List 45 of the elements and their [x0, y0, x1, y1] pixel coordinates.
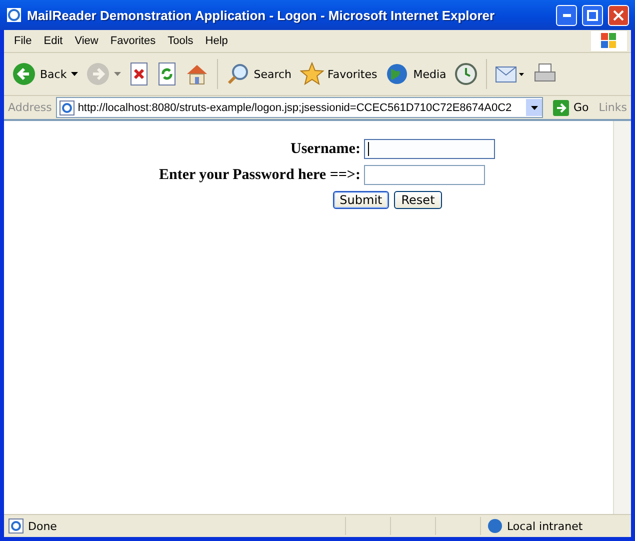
menu-item[interactable]: Help [199, 35, 234, 47]
refresh-icon [156, 62, 177, 86]
clock-icon [454, 62, 478, 86]
house-icon [184, 62, 209, 86]
stop-icon [128, 62, 149, 86]
menu-item[interactable]: Favorites [104, 35, 162, 47]
search-button[interactable]: Search [224, 60, 294, 88]
go-button[interactable]: Go [547, 100, 595, 116]
address-label: Address [8, 101, 52, 114]
browser-icon [6, 7, 22, 23]
favorites-button[interactable]: Favorites [298, 60, 380, 88]
caret-icon [70, 72, 78, 76]
maximize-button[interactable] [582, 4, 603, 26]
close-button[interactable] [608, 4, 629, 26]
status-text: Done [28, 520, 58, 532]
close-icon [613, 10, 624, 20]
field-label: Enter your Password here ==>: [159, 166, 360, 184]
menu-item[interactable]: View [68, 35, 104, 47]
menu-item[interactable]: Edit [38, 35, 69, 47]
caret-icon [114, 72, 121, 76]
flag-icon [601, 33, 617, 49]
field-label: Username: [289, 140, 360, 158]
page-icon [8, 518, 24, 534]
username-field[interactable] [364, 139, 496, 159]
menu-item[interactable]: File [8, 35, 38, 47]
submit-button[interactable]: Submit [332, 191, 390, 209]
page-icon [58, 100, 75, 116]
minimize-icon [562, 14, 570, 16]
minimize-button[interactable] [556, 4, 577, 26]
media-button[interactable]: Media [383, 60, 448, 88]
go-arrow-icon [553, 100, 570, 116]
back-button[interactable]: Back [10, 60, 80, 88]
search-icon [226, 62, 250, 86]
address-url: http://localhost:8080/struts-example/logon.jsp;jsessionid=CCEC561D710C72E8674A0C2 [78, 102, 513, 114]
menu-item[interactable]: Tools [162, 35, 200, 47]
address-field[interactable]: http://localhost:8080/struts-example/logon.jsp;jsessionid=CCEC561D710C72E8674A0C2 [56, 97, 544, 118]
caret-icon [530, 106, 538, 110]
dropdown-button[interactable] [526, 99, 542, 116]
maximize-icon [587, 10, 598, 20]
password-field[interactable] [364, 165, 486, 185]
scrollbar[interactable] [613, 121, 631, 514]
reset-button[interactable]: Reset [394, 191, 442, 209]
star-icon [300, 62, 324, 86]
zone-text: Local intranet [507, 520, 583, 532]
window-title: MailReader Demonstration Application - Logon - Microsoft Internet Explorer [27, 8, 496, 22]
